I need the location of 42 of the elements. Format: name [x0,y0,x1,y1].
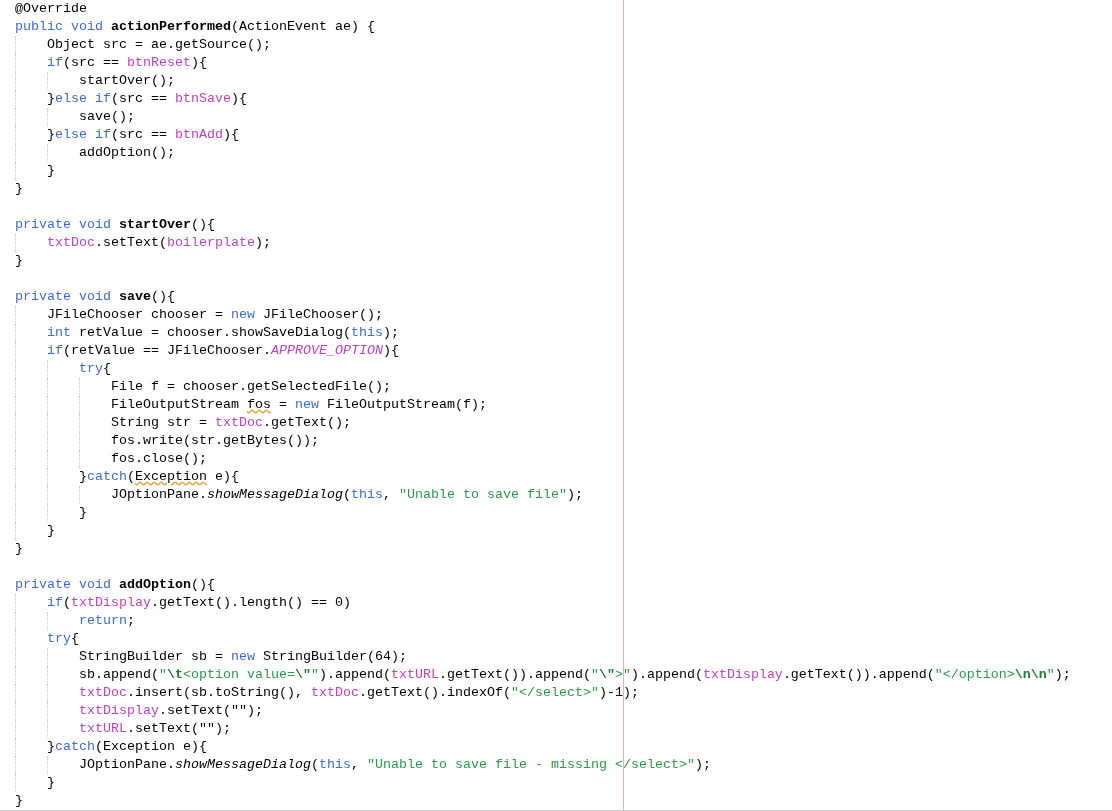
code-line: int retValue = chooser.showSaveDialog(this); [15,324,399,342]
code-line: if(retValue == JFileChooser.APPROVE_OPTION){ [15,342,399,360]
code-line: txtDoc.insert(sb.toString(), txtDoc.getText().indexOf("</select>")-1); [15,684,639,702]
code-line: }catch(Exception e){ [15,738,207,756]
code-line: String str = txtDoc.getText(); [15,414,351,432]
code-line: private void startOver(){ [15,216,215,234]
code-line: startOver(); [15,72,175,90]
code-line: txtDoc.setText(boilerplate); [15,234,271,252]
code-line: FileOutputStream fos = new FileOutputStream(f); [15,396,487,414]
code-line: return; [15,612,135,630]
code-line: try{ [15,630,79,648]
code-line: File f = chooser.getSelectedFile(); [15,378,391,396]
code-line: if(txtDisplay.getText().length() == 0) [15,594,351,612]
code-line: private void save(){ [15,288,175,306]
code-line: @Override [15,0,87,18]
code-line: } [15,504,87,522]
code-line: txtURL.setText(""); [15,720,231,738]
code-line: }catch(Exception e){ [15,468,239,486]
code-line: sb.append("\t<option value=\"").append(txtURL.getText()).append("\">").append(txtDisplay.getText()).append("</option>\n\n"); [15,666,1071,684]
code-line: Object src = ae.getSource(); [15,36,271,54]
code-line: } [15,522,55,540]
code-line: } [15,180,23,198]
code-line: fos.close(); [15,450,207,468]
code-line: } [15,162,55,180]
code-line: StringBuilder sb = new StringBuilder(64); [15,648,407,666]
code-line: }else if(src == btnSave){ [15,90,247,108]
code-line: } [15,252,23,270]
code-line: public void actionPerformed(ActionEvent ae) { [15,18,375,36]
code-line: }else if(src == btnAdd){ [15,126,239,144]
code-line: save(); [15,108,135,126]
code-line: } [15,774,55,792]
code-line: JOptionPane.showMessageDialog(this, "Unable to save file - missing </select>"); [15,756,711,774]
code-line: JFileChooser chooser = new JFileChooser(); [15,306,383,324]
code-line: } [15,540,23,558]
code-line: private void addOption(){ [15,576,215,594]
code-line: } [15,792,23,810]
code-line: fos.write(str.getBytes()); [15,432,319,450]
code-line: try{ [15,360,111,378]
code-line: txtDisplay.setText(""); [15,702,263,720]
code-line: JOptionPane.showMessageDialog(this, "Unable to save file"); [15,486,583,504]
code-line: addOption(); [15,144,175,162]
code-line: if(src == btnReset){ [15,54,207,72]
